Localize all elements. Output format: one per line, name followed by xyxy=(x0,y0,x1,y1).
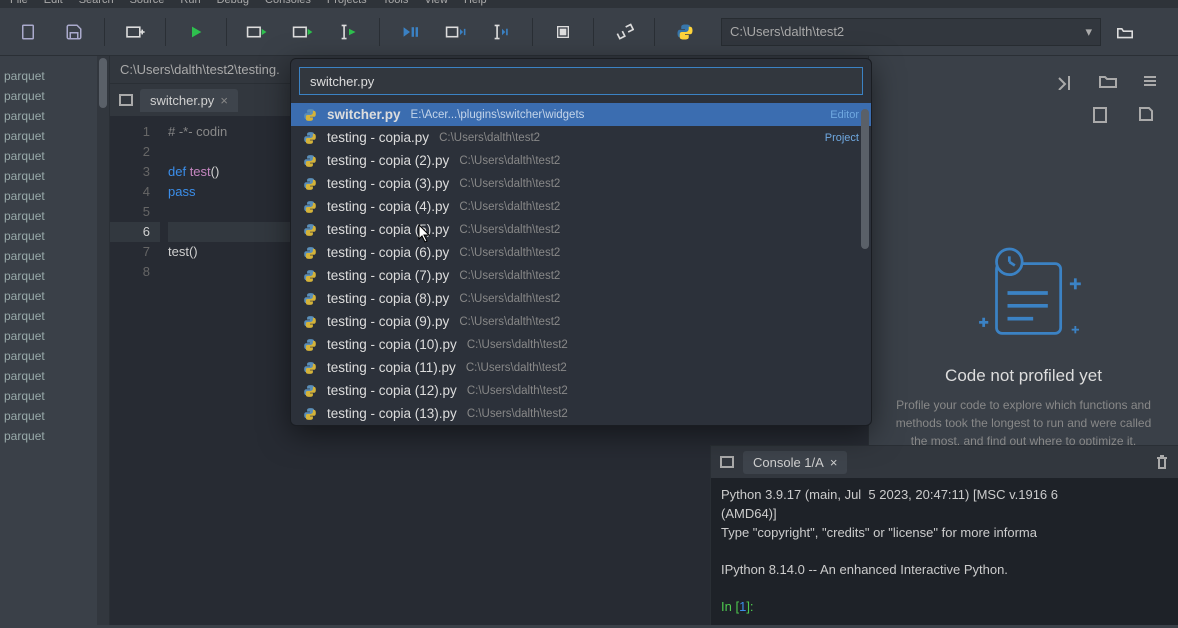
editor-tab[interactable]: switcher.py × xyxy=(140,89,238,112)
project-file[interactable]: parquet xyxy=(0,406,109,426)
switcher-result-item[interactable]: testing - copia (12).pyC:\Users\dalth\te… xyxy=(291,379,871,402)
scrollbar[interactable] xyxy=(97,56,109,625)
close-icon[interactable]: × xyxy=(830,455,838,470)
project-file[interactable]: parquet xyxy=(0,426,109,446)
project-file[interactable]: parquet xyxy=(0,206,109,226)
menu-view[interactable]: View xyxy=(424,0,448,8)
run-button[interactable] xyxy=(176,14,216,50)
project-file[interactable]: parquet xyxy=(0,126,109,146)
menu-search[interactable]: Search xyxy=(79,0,114,8)
scrollbar[interactable] xyxy=(861,103,869,249)
menu-file[interactable]: File xyxy=(10,0,28,8)
project-explorer: parquetparquetparquetparquetparquetparqu… xyxy=(0,56,110,625)
project-file[interactable]: parquet xyxy=(0,306,109,326)
switcher-result-item[interactable]: testing - copia (3).pyC:\Users\dalth\tes… xyxy=(291,172,871,195)
switcher-result-item[interactable]: testing - copia (2).pyC:\Users\dalth\tes… xyxy=(291,149,871,172)
console-kernel-icon[interactable] xyxy=(719,455,735,469)
project-file[interactable]: parquet xyxy=(0,386,109,406)
profiler-title: Code not profiled yet xyxy=(945,366,1102,386)
folder-icon[interactable] xyxy=(1098,73,1118,89)
switcher-result-item[interactable]: testing - copia (6).pyC:\Users\dalth\tes… xyxy=(291,241,871,264)
switcher-result-item[interactable]: testing - copia (10).pyC:\Users\dalth\te… xyxy=(291,333,871,356)
profiler-illustration-icon xyxy=(959,238,1089,348)
project-file[interactable]: parquet xyxy=(0,266,109,286)
console-output[interactable]: Python 3.9.17 (main, Jul 5 2023, 20:47:1… xyxy=(711,478,1178,625)
menu-projects[interactable]: Projects xyxy=(327,0,367,8)
menu-debug[interactable]: Debug xyxy=(217,0,249,8)
stop-button[interactable] xyxy=(543,14,583,50)
browse-tabs-button[interactable] xyxy=(118,93,134,107)
project-file[interactable]: parquet xyxy=(0,186,109,206)
preferences-button[interactable] xyxy=(604,14,644,50)
file-switcher-dialog: switcher.py switcher.pyE:\Acer...\plugin… xyxy=(290,58,872,426)
menu-run[interactable]: Run xyxy=(180,0,200,8)
trash-icon[interactable] xyxy=(1154,453,1170,471)
new-file-button[interactable] xyxy=(8,14,48,50)
project-file[interactable]: parquet xyxy=(0,146,109,166)
menu-help[interactable]: Help xyxy=(464,0,487,8)
save-button[interactable] xyxy=(54,14,94,50)
debug-cell-button[interactable] xyxy=(436,14,476,50)
switcher-results-list: switcher.pyE:\Acer...\plugins\switcher\w… xyxy=(291,103,871,425)
line-gutter: 12345678 xyxy=(110,116,160,625)
project-file[interactable]: parquet xyxy=(0,166,109,186)
switcher-search-input[interactable]: switcher.py xyxy=(299,67,863,95)
collapse-icon[interactable] xyxy=(1056,72,1074,90)
working-dir-input[interactable]: C:\Users\dalth\test2▾ xyxy=(721,18,1101,46)
debug-line-button[interactable] xyxy=(482,14,522,50)
switcher-result-item[interactable]: testing - copia (9).pyC:\Users\dalth\tes… xyxy=(291,310,871,333)
save-icon[interactable] xyxy=(1138,106,1154,124)
run-cell-advance-button[interactable] xyxy=(283,14,323,50)
python-path-button[interactable] xyxy=(665,14,705,50)
menu-source[interactable]: Source xyxy=(130,0,165,8)
switcher-result-item[interactable]: testing - copia (13).pyC:\Users\dalth\te… xyxy=(291,402,871,425)
console-tab[interactable]: Console 1/A× xyxy=(743,451,847,474)
project-file[interactable]: parquet xyxy=(0,366,109,386)
switcher-result-item[interactable]: testing - copia (8).pyC:\Users\dalth\tes… xyxy=(291,287,871,310)
close-icon[interactable]: × xyxy=(220,93,228,108)
project-file[interactable]: parquet xyxy=(0,106,109,126)
switcher-result-item[interactable]: testing - copia (7).pyC:\Users\dalth\tes… xyxy=(291,264,871,287)
project-file[interactable]: parquet xyxy=(0,226,109,246)
project-file[interactable]: parquet xyxy=(0,66,109,86)
project-file[interactable]: parquet xyxy=(0,246,109,266)
file-icon[interactable] xyxy=(1092,106,1108,124)
main-toolbar: C:\Users\dalth\test2▾ xyxy=(0,8,1178,56)
menu-edit[interactable]: Edit xyxy=(44,0,63,8)
project-file[interactable]: parquet xyxy=(0,326,109,346)
profiler-description: Profile your code to explore which funct… xyxy=(889,396,1158,450)
switcher-result-item[interactable]: testing - copia (5).pyC:\Users\dalth\tes… xyxy=(291,218,871,241)
project-file[interactable]: parquet xyxy=(0,286,109,306)
project-file[interactable]: parquet xyxy=(0,346,109,366)
browse-dir-button[interactable] xyxy=(1107,24,1143,40)
switcher-result-item[interactable]: switcher.pyE:\Acer...\plugins\switcher\w… xyxy=(291,103,871,126)
new-cell-button[interactable] xyxy=(115,14,155,50)
run-selection-button[interactable] xyxy=(329,14,369,50)
menu-tools[interactable]: Tools xyxy=(383,0,409,8)
project-file[interactable]: parquet xyxy=(0,86,109,106)
switcher-result-item[interactable]: testing - copia (4).pyC:\Users\dalth\tes… xyxy=(291,195,871,218)
menubar: File Edit Search Source Run Debug Consoles Proj… xyxy=(0,0,1178,8)
menu-consoles[interactable]: Consoles xyxy=(265,0,311,8)
ipython-console: Console 1/A× Python 3.9.17 (main, Jul 5 … xyxy=(710,445,1178,625)
switcher-result-item[interactable]: testing - copia (11).pyC:\Users\dalth\te… xyxy=(291,356,871,379)
options-icon[interactable] xyxy=(1142,73,1158,89)
switcher-result-item[interactable]: testing - copia.pyC:\Users\dalth\test2Pr… xyxy=(291,126,871,149)
run-cell-button[interactable] xyxy=(237,14,277,50)
debug-button[interactable] xyxy=(390,14,430,50)
